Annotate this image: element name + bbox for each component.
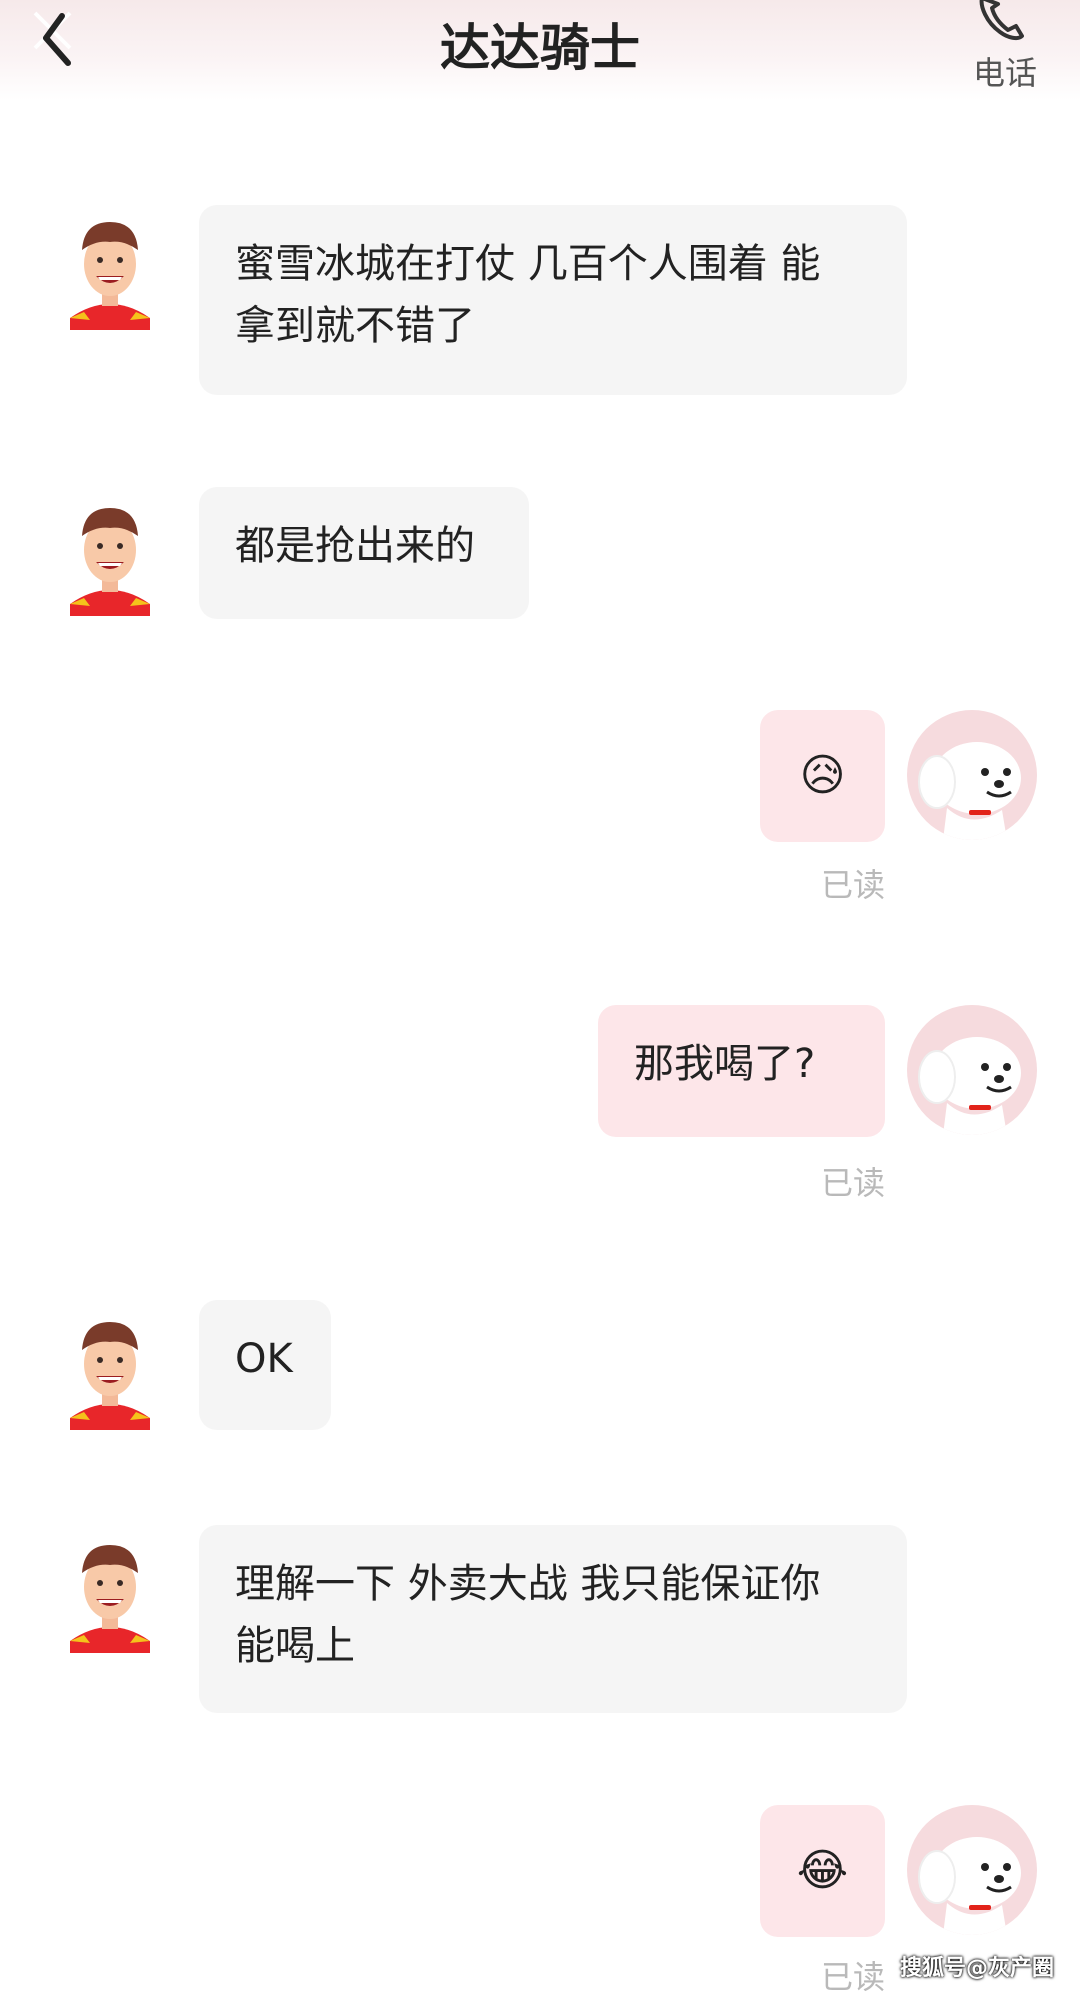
user-avatar[interactable] xyxy=(907,710,1037,840)
rider-avatar-icon xyxy=(70,222,150,330)
outgoing-bubble[interactable]: 😂 xyxy=(760,1805,885,1937)
outgoing-bubble[interactable]: 😥 xyxy=(760,710,885,842)
message-text-line: 都是抢出来的 xyxy=(235,523,475,569)
message-text-line: 蜜雪冰城在打仗 几百个人围着 能 xyxy=(235,241,821,287)
watermark: 搜狐号@灰产圈 xyxy=(900,1956,1055,1981)
user-avatar[interactable] xyxy=(907,1805,1037,1935)
page-title: 达达骑士 xyxy=(440,19,640,77)
rider-avatar-icon xyxy=(70,508,150,616)
back-button[interactable] xyxy=(30,8,100,78)
incoming-bubble[interactable]: 都是抢出来的 xyxy=(199,487,529,619)
rider-avatar-icon xyxy=(70,1322,150,1430)
user-avatar[interactable] xyxy=(907,1005,1037,1135)
incoming-bubble[interactable]: 理解一下 外卖大战 我只能保证你 能喝上 xyxy=(199,1525,907,1713)
rider-avatar[interactable] xyxy=(64,210,156,330)
rider-avatar[interactable] xyxy=(64,1310,156,1430)
call-button[interactable]: 电话 xyxy=(950,0,1060,95)
dog-avatar-icon xyxy=(918,1837,1021,1935)
rider-avatar[interactable] xyxy=(64,1533,156,1653)
sad-sweat-emoji-icon: 😥 xyxy=(799,750,846,801)
chevron-left-icon xyxy=(33,11,72,66)
incoming-bubble[interactable]: OK xyxy=(199,1300,331,1430)
phone-icon xyxy=(979,0,1024,41)
message-text-line: 理解一下 外卖大战 我只能保证你 xyxy=(235,1561,821,1607)
outgoing-bubble[interactable]: 那我喝了? xyxy=(598,1005,885,1137)
dog-avatar-icon xyxy=(918,742,1021,840)
dog-avatar-icon xyxy=(918,1037,1021,1135)
message-text-line: 拿到就不错了 xyxy=(235,303,475,349)
message-text-line: OK xyxy=(235,1336,293,1382)
rider-avatar-icon xyxy=(70,1545,150,1653)
tears-of-joy-emoji-icon: 😂 xyxy=(796,1845,849,1896)
read-status: 已读 xyxy=(820,1958,885,1996)
call-label: 电话 xyxy=(972,54,1037,92)
read-status: 已读 xyxy=(820,1164,885,1202)
message-text-line: 能喝上 xyxy=(235,1623,355,1669)
rider-avatar[interactable] xyxy=(64,496,156,616)
incoming-bubble[interactable]: 蜜雪冰城在打仗 几百个人围着 能 拿到就不错了 xyxy=(199,205,907,395)
message-text-line: 那我喝了? xyxy=(634,1041,816,1087)
nav-header: 达达骑士 电话 xyxy=(0,0,1080,100)
read-status: 已读 xyxy=(820,866,885,904)
